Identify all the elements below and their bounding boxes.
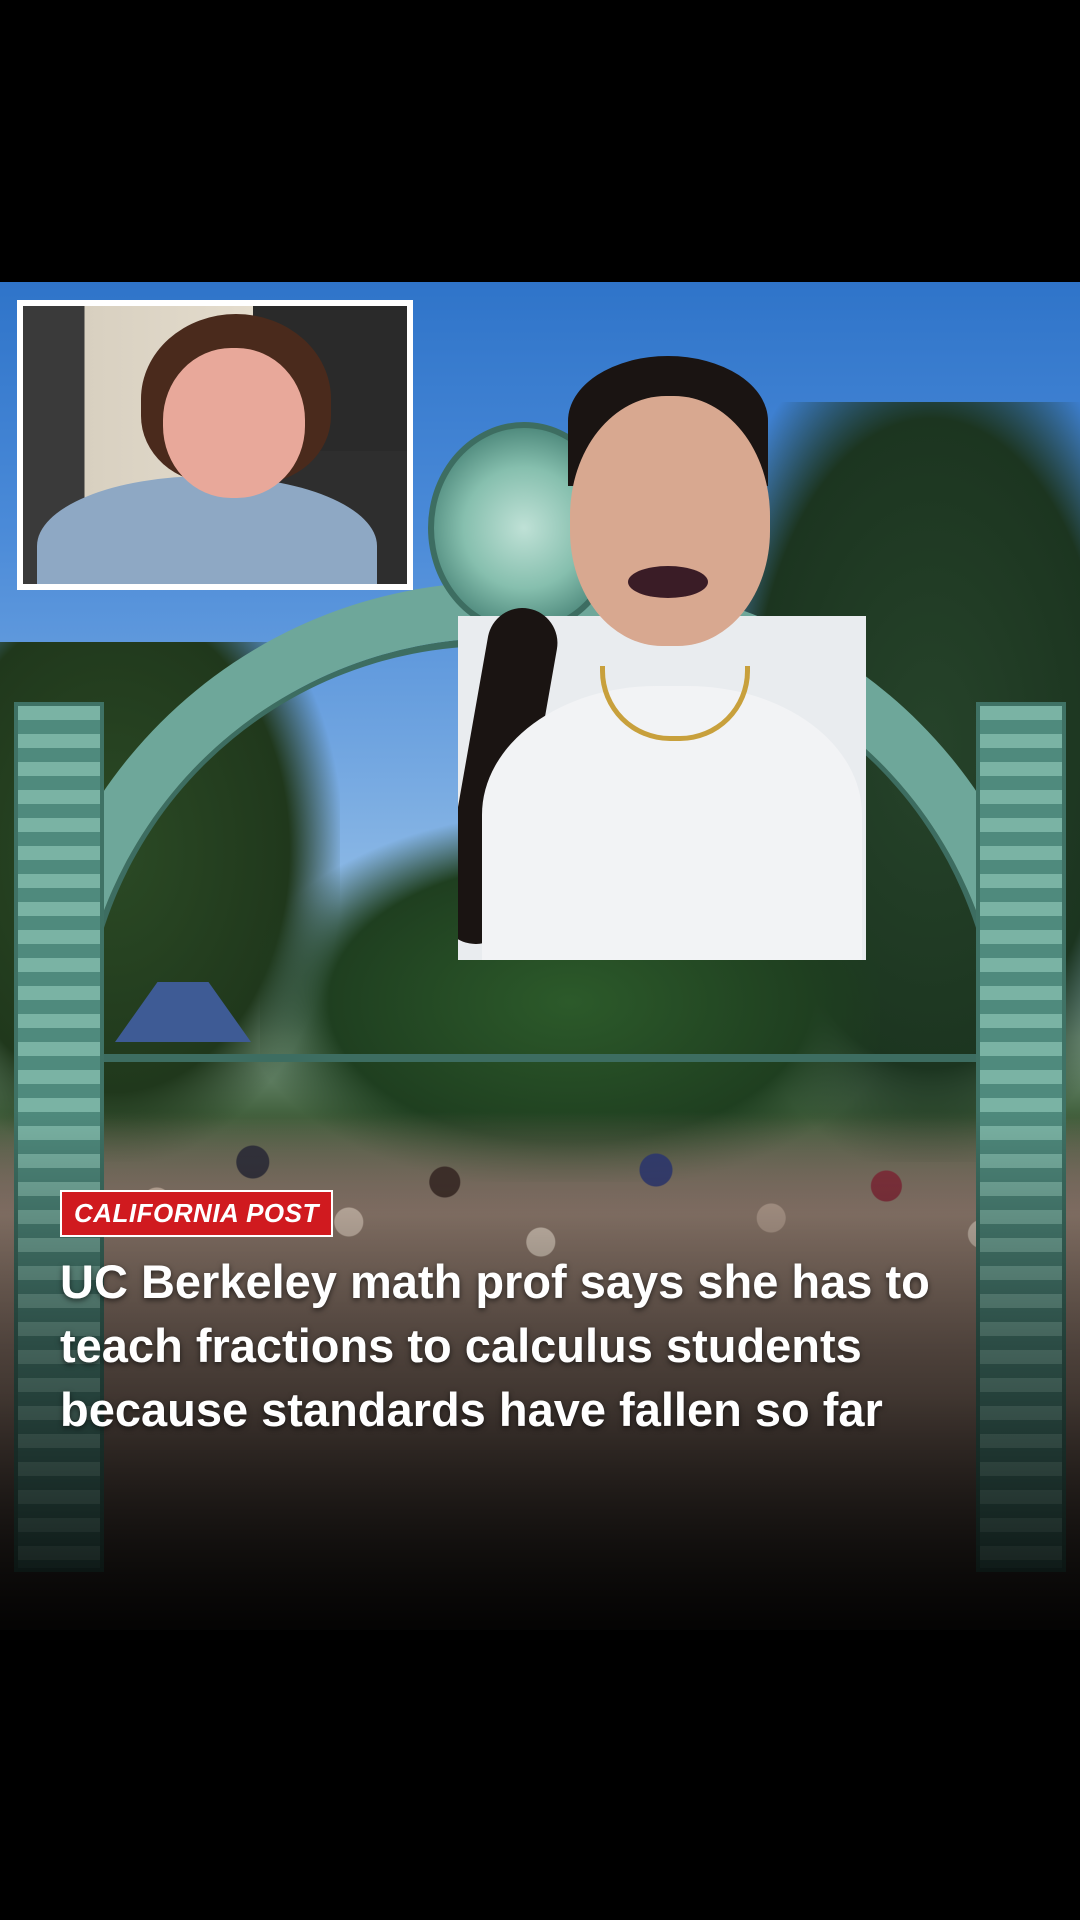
inset-person-face — [163, 348, 305, 498]
video-frame: CALIFORNIA POST UC Berkeley math prof sa… — [0, 0, 1080, 1920]
brand-badge: CALIFORNIA POST — [60, 1190, 333, 1237]
headline: UC Berkeley math prof says she has to te… — [60, 1255, 930, 1436]
creator-cutout — [458, 356, 866, 960]
inset-photo-content — [23, 306, 407, 584]
creator-face — [570, 396, 770, 646]
professor-inset-photo — [17, 300, 413, 590]
creator-lips — [628, 566, 708, 598]
